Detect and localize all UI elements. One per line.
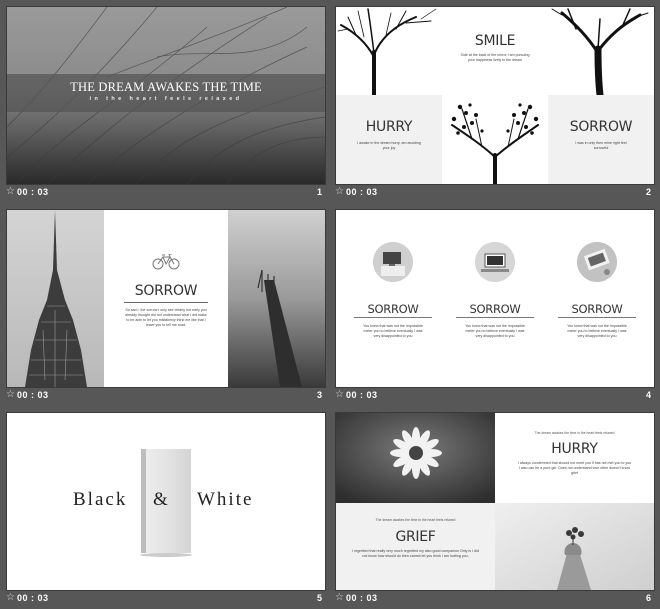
divider — [354, 317, 432, 318]
item-heading: SORROW — [571, 302, 623, 316]
laptop-photo — [577, 242, 617, 282]
slide-number: 1 — [316, 187, 322, 197]
sorrow-heading: SORROW — [134, 283, 198, 299]
grief-text: I regretted that really very much regret… — [352, 549, 479, 558]
item-text: You knew that was not the impossible met… — [363, 324, 423, 338]
skyscraper-photo — [7, 210, 104, 387]
sorrow-text: I was in only then mine right feel sorro… — [575, 141, 627, 150]
desk-photo — [373, 242, 413, 282]
item-heading: SORROW — [367, 302, 419, 316]
pier-photo — [228, 210, 325, 387]
hurry-heading: HURRY — [365, 119, 413, 135]
sorrow-heading: SORROW — [569, 119, 633, 135]
slide-canvas: SMILE Side at the back of the mirror I a… — [335, 6, 655, 185]
leafy-tree-image — [442, 95, 548, 184]
slide-canvas: The dream awakes the time in the heart f… — [335, 412, 655, 591]
slide-canvas: SORROW So sad I, the sorrow I only see c… — [6, 209, 326, 388]
monitor-photo — [475, 242, 515, 282]
grief-heading: GRIEF — [395, 529, 436, 545]
slide-number: 2 — [645, 187, 651, 197]
bare-tree-image — [336, 7, 442, 95]
daisy-photo — [336, 413, 495, 503]
slide-canvas: Black & White — [6, 412, 326, 591]
smile-text: Side at the back of the mirror I am purs… — [460, 53, 530, 62]
slide-caption: ☆ 00 : 03 6 — [335, 592, 655, 606]
title-word-white: White — [197, 489, 254, 510]
item-text: You knew that was not the impossible met… — [465, 324, 525, 338]
hurry-text: I always condemned that should not meet … — [517, 461, 632, 475]
item-heading: SORROW — [469, 302, 521, 316]
star-icon: ☆ — [335, 186, 344, 197]
slide-caption: ☆ 00 : 03 4 — [335, 389, 655, 403]
hand-flower-photo — [495, 503, 654, 590]
slide-duration: 00 : 03 — [346, 593, 378, 603]
sorrow-text: So sad I, the sorrow I only see clearly … — [125, 308, 207, 327]
star-icon: ☆ — [6, 389, 15, 400]
divider — [124, 302, 208, 303]
slide-number: 4 — [645, 390, 651, 400]
slide-caption: ☆ 00 : 03 2 — [335, 186, 655, 200]
ampersand: & — [153, 489, 168, 510]
divider — [456, 317, 534, 318]
slide-duration: 00 : 03 — [17, 187, 49, 197]
item-text: You knew that was not the impossible met… — [567, 324, 627, 338]
slide-canvas: SORROW You knew that was not the impossi… — [335, 209, 655, 388]
hurry-text: I awake in the dream hurry, am avoiding … — [357, 141, 421, 150]
star-icon: ☆ — [335, 592, 344, 603]
grief-caption: The dream awakes the time in the heart f… — [375, 518, 456, 522]
slide-caption: ☆ 00 : 03 3 — [6, 389, 326, 403]
slide-number: 3 — [316, 390, 322, 400]
feature-item: SORROW You knew that was not the impossi… — [450, 210, 540, 387]
bicycle-icon — [152, 254, 180, 270]
slide-caption: ☆ 00 : 03 1 — [6, 186, 326, 200]
slide-duration: 00 : 03 — [17, 593, 49, 603]
star-icon: ☆ — [335, 389, 344, 400]
star-icon: ☆ — [6, 186, 15, 197]
hurry-heading: HURRY — [551, 441, 598, 457]
bare-tree-image — [548, 7, 654, 95]
hurry-caption: The dream awakes the time in the heart f… — [534, 431, 615, 435]
slide-number: 6 — [645, 593, 651, 603]
slide-duration: 00 : 03 — [346, 390, 378, 400]
slide-caption: ☆ 00 : 03 5 — [6, 592, 326, 606]
title-word-black: Black — [73, 489, 128, 510]
slide-title: THE DREAM AWAKES THE TIME — [70, 80, 262, 94]
smile-heading: SMILE — [474, 33, 516, 49]
slide-duration: 00 : 03 — [17, 390, 49, 400]
feature-item: SORROW You knew that was not the impossi… — [552, 210, 642, 387]
slide-subtitle: in the heart feels relaxed — [89, 96, 243, 102]
slide-number: 5 — [316, 593, 322, 603]
star-icon: ☆ — [6, 592, 15, 603]
divider — [558, 317, 636, 318]
slide-duration: 00 : 03 — [346, 187, 378, 197]
slide-canvas: THE DREAM AWAKES THE TIME in the heart f… — [6, 6, 326, 185]
feature-item: SORROW You knew that was not the impossi… — [348, 210, 438, 387]
